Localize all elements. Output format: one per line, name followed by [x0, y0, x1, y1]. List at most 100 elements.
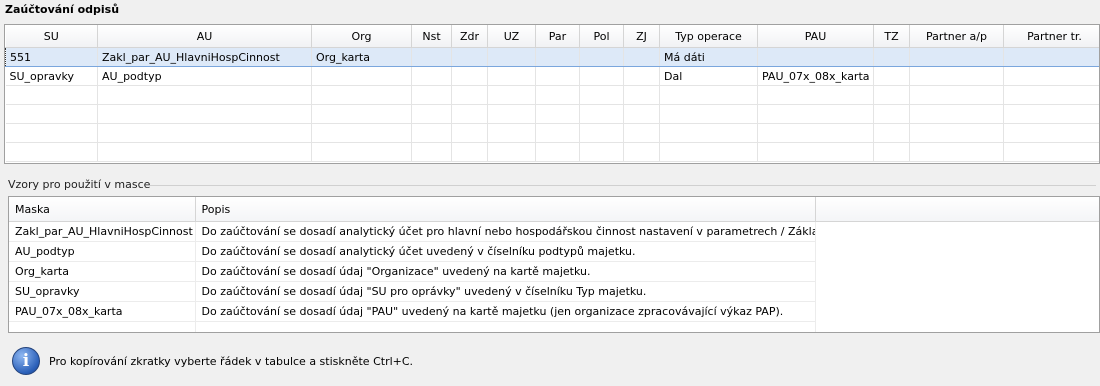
table-cell[interactable] — [1003, 123, 1099, 143]
table-cell[interactable] — [579, 85, 624, 105]
table-cell[interactable]: SU_opravky — [5, 66, 98, 86]
table-cell[interactable] — [873, 123, 910, 143]
table-cell[interactable] — [535, 66, 580, 86]
table-cell[interactable]: AU_podtyp — [9, 241, 196, 262]
table-cell[interactable]: Dal — [659, 66, 758, 86]
table-cell[interactable] — [411, 142, 452, 162]
table-cell[interactable] — [535, 85, 580, 105]
table-cell[interactable] — [579, 142, 624, 162]
table-cell[interactable] — [487, 66, 536, 86]
table-cell[interactable] — [5, 123, 98, 143]
table-cell[interactable] — [623, 142, 660, 162]
table-cell[interactable] — [311, 142, 412, 162]
table-cell[interactable]: Do zaúčtování se dosadí údaj "SU pro opr… — [195, 281, 816, 302]
table-cell[interactable]: PAU_07x_08x_karta — [9, 301, 196, 322]
table-cell[interactable] — [909, 47, 1004, 67]
table-cell[interactable] — [97, 85, 312, 105]
table-cell[interactable]: Zakl_par_AU_HlavniHospCinnost — [9, 221, 196, 242]
table-row[interactable] — [5, 104, 1099, 124]
table-cell[interactable] — [873, 47, 910, 67]
table-cell[interactable] — [815, 242, 1099, 262]
column-header[interactable]: Maska — [9, 197, 196, 222]
table-cell[interactable] — [815, 282, 1099, 302]
table-cell[interactable] — [623, 123, 660, 143]
table-cell[interactable] — [1003, 85, 1099, 105]
table-cell[interactable]: Org_karta — [9, 261, 196, 282]
table-cell[interactable] — [873, 104, 910, 124]
table-row[interactable]: Zakl_par_AU_HlavniHospCinnost Do zaúčtová… — [9, 221, 1099, 242]
table-cell[interactable] — [659, 104, 758, 124]
table-cell[interactable] — [411, 123, 452, 143]
table-cell[interactable] — [579, 47, 624, 67]
column-header[interactable]: Typ operace — [659, 25, 758, 48]
column-header[interactable]: Zdr — [451, 25, 488, 48]
table-cell[interactable]: AU_podtyp — [97, 66, 312, 86]
table-row[interactable]: AU_podtyp Do zaúčtování se dosadí analyti… — [9, 241, 1099, 262]
table-cell[interactable] — [411, 104, 452, 124]
table-row[interactable] — [5, 123, 1099, 143]
table-cell[interactable] — [757, 142, 874, 162]
table-cell[interactable]: Do zaúčtování se dosadí analytický účet … — [195, 241, 816, 262]
table-cell[interactable] — [97, 123, 312, 143]
table-row[interactable]: 551 Zakl_par_AU_HlavniHospCinnost Org_kart… — [5, 47, 1099, 67]
table-cell[interactable] — [909, 123, 1004, 143]
column-header[interactable]: Par — [535, 25, 580, 48]
table-cell[interactable] — [659, 142, 758, 162]
table-cell[interactable] — [535, 104, 580, 124]
mask-patterns-grid[interactable]: Maska Popis Zakl_par_AU_HlavniHospCinnost… — [8, 196, 1100, 333]
column-header[interactable]: AU — [97, 25, 312, 48]
table-cell[interactable] — [909, 142, 1004, 162]
table-cell[interactable] — [451, 66, 488, 86]
table-row[interactable] — [5, 142, 1099, 162]
table-cell[interactable] — [5, 85, 98, 105]
table-cell[interactable] — [815, 322, 1099, 333]
column-header[interactable]: PAU — [757, 25, 874, 48]
table-cell[interactable] — [623, 66, 660, 86]
table-cell[interactable] — [487, 123, 536, 143]
table-cell[interactable] — [535, 123, 580, 143]
table-cell[interactable] — [579, 104, 624, 124]
table-cell[interactable] — [97, 142, 312, 162]
column-header[interactable]: SU — [5, 25, 98, 48]
column-header[interactable]: UZ — [487, 25, 536, 48]
table-cell[interactable] — [487, 142, 536, 162]
table-cell[interactable] — [487, 104, 536, 124]
table-cell[interactable] — [623, 104, 660, 124]
table-cell[interactable] — [411, 85, 452, 105]
table-cell[interactable] — [909, 85, 1004, 105]
table-cell[interactable] — [451, 142, 488, 162]
column-header[interactable]: TZ — [873, 25, 910, 48]
table-cell[interactable] — [311, 123, 412, 143]
table-cell[interactable]: Org_karta — [311, 47, 412, 67]
table-cell[interactable] — [1003, 104, 1099, 124]
column-header[interactable]: Partner tr. — [1003, 25, 1099, 48]
table-cell[interactable] — [411, 47, 452, 67]
column-header[interactable]: Nst — [411, 25, 452, 48]
table-cell[interactable] — [815, 222, 1099, 242]
table-cell[interactable] — [757, 104, 874, 124]
table-cell[interactable] — [311, 85, 412, 105]
table-row[interactable] — [5, 85, 1099, 105]
table-cell[interactable] — [451, 85, 488, 105]
table-cell[interactable] — [623, 47, 660, 67]
table-row[interactable]: SU_opravky Do zaúčtování se dosadí údaj "… — [9, 281, 1099, 302]
column-header[interactable]: ZJ — [623, 25, 660, 48]
table-cell[interactable] — [451, 123, 488, 143]
table-cell[interactable] — [487, 85, 536, 105]
table-cell[interactable] — [815, 262, 1099, 282]
table-cell[interactable] — [757, 47, 874, 67]
column-header[interactable]: Partner a/p — [909, 25, 1004, 48]
table-cell[interactable] — [873, 142, 910, 162]
table-cell[interactable] — [579, 66, 624, 86]
table-cell[interactable] — [535, 142, 580, 162]
table-cell[interactable]: Do zaúčtování se dosadí analytický účet … — [195, 221, 816, 242]
table-cell[interactable]: Má dáti — [659, 47, 758, 67]
table-cell[interactable]: Do zaúčtování se dosadí údaj "PAU" uvede… — [195, 301, 816, 322]
table-cell[interactable] — [909, 66, 1004, 86]
table-row[interactable]: Org_karta Do zaúčtování se dosadí údaj "O… — [9, 261, 1099, 282]
table-cell[interactable] — [451, 104, 488, 124]
table-cell[interactable] — [1003, 66, 1099, 86]
table-cell[interactable] — [579, 123, 624, 143]
column-header[interactable]: Popis — [195, 197, 816, 222]
table-cell[interactable] — [873, 85, 910, 105]
